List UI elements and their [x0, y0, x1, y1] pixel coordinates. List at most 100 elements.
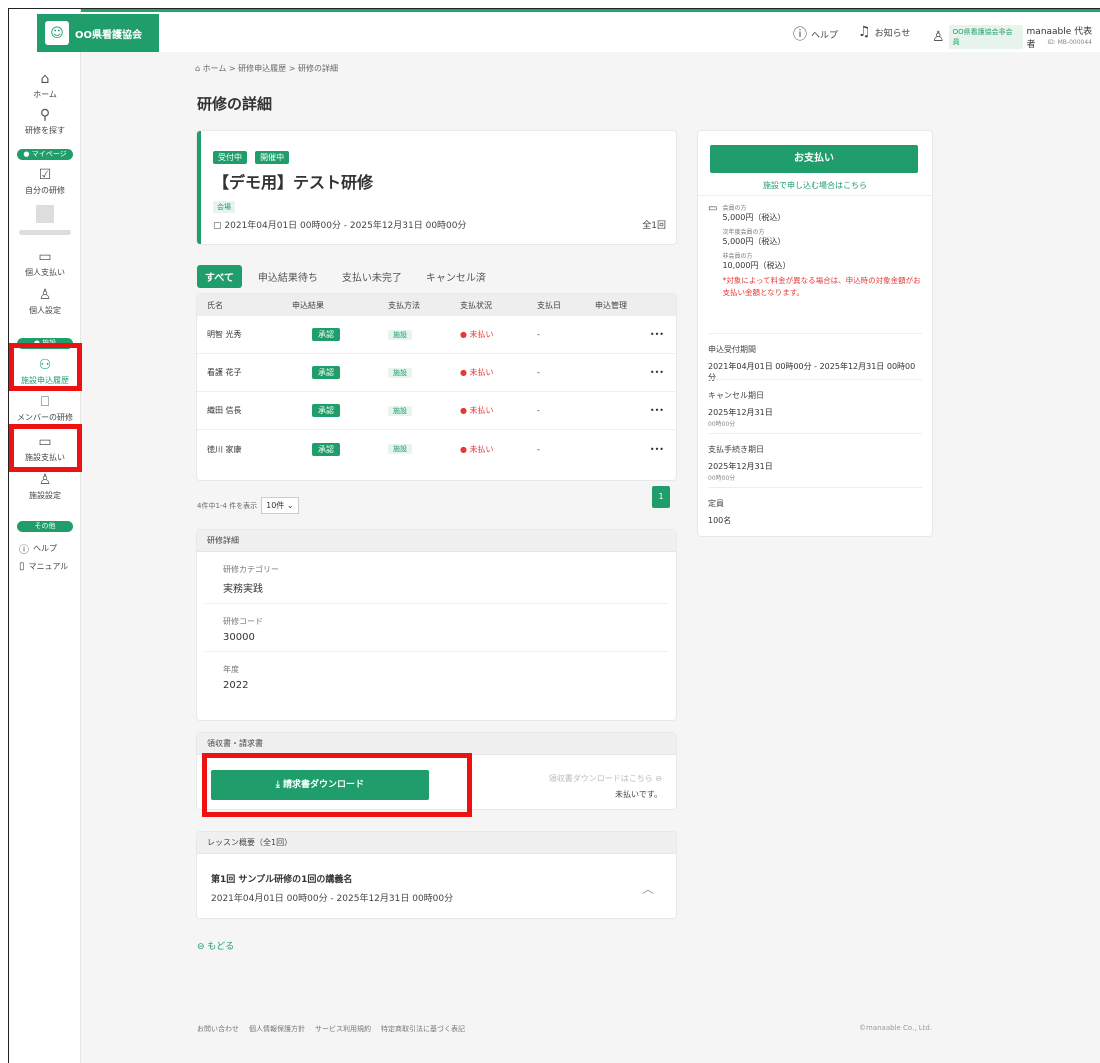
application-period: 申込受付期間 2021年04月01日 00時00分 - 2025年12月31日 …: [708, 333, 922, 383]
tab-awaiting-result[interactable]: 申込結果待ち: [250, 265, 326, 288]
app-window: ☺ OO県看護協会 ⌂ ホーム ⚲ 研修を探す ● マイページ ☑ 自分の研修 …: [8, 8, 1100, 1063]
cat-mascot-icon: ☺: [45, 21, 69, 45]
payment-method-badge: 施設: [388, 329, 412, 340]
table-header: 氏名 申込結果 支払方法 支払状況 支払日 申込管理: [197, 294, 676, 316]
payment-status: ● 未払い: [460, 368, 494, 377]
sidebar-item-facility-payment[interactable]: ▭ 施設支払い: [9, 434, 81, 463]
per-page-select[interactable]: 10件 ⌄: [261, 497, 299, 514]
payment-note: 未払いです。: [615, 790, 662, 799]
copyright: ©manaable Co., Ltd.: [859, 1024, 933, 1032]
sidebar-item-label: 施設申込履歴: [21, 376, 69, 385]
course-period: ▢ 2021年04月01日 00時00分 - 2025年12月31日 00時00…: [213, 218, 467, 231]
row-menu-button[interactable]: •••: [595, 445, 676, 454]
page-button-current[interactable]: 1: [652, 486, 670, 508]
training-details-card: 研修詳細 研修カテゴリー 実務実践 研修コード 30000 年度 2022: [197, 530, 676, 720]
table-row: 織田 信長 承認 施設 ● 未払い - •••: [197, 392, 676, 430]
bell-icon: ♫: [858, 24, 871, 40]
footer-link-privacy[interactable]: 個人情報保護方針: [249, 1024, 305, 1034]
row-menu-button[interactable]: •••: [595, 330, 676, 339]
detail-value: 実務実践: [223, 584, 263, 595]
footer-link-commerce[interactable]: 特定商取引法に基づく表記: [381, 1024, 465, 1034]
chevron-up-icon[interactable]: ︿: [642, 880, 654, 897]
sidebar-item-label: 研修を探す: [25, 126, 65, 135]
checklist-icon: ☑: [38, 167, 52, 183]
book-icon: ▯: [19, 561, 25, 572]
pay-button[interactable]: お支払い: [710, 145, 918, 173]
detail-label: 研修コード: [223, 617, 263, 626]
sidebar-item-label: 個人支払い: [25, 268, 65, 277]
receipt-invoice-card: 領収書・請求書 ⤓ 請求書ダウンロード 領収書ダウンロードはこちら ⊖ 未払いで…: [197, 733, 676, 809]
sidebar-item-personal-settings[interactable]: ♙ 個人設定: [9, 287, 81, 316]
sidebar-item-label: メンバーの研修: [17, 413, 73, 422]
payment-status: ● 未払い: [460, 444, 494, 454]
lesson-overview-card: レッスン概要（全1回） 第1回 サンプル研修の1回の講義名 2021年04月01…: [197, 832, 676, 918]
sidebar-item-home[interactable]: ⌂ ホーム: [9, 71, 81, 100]
sidebar-item-member-trainings[interactable]: ⎕ メンバーの研修: [9, 394, 81, 423]
cancel-deadline: キャンセル期日 2025年12月31日 00時00分: [708, 379, 922, 428]
footer-links: お問い合わせ 個人情報保護方針 サービス利用規約 特定商取引法に基づく表記: [197, 1024, 465, 1034]
logo[interactable]: ☺ OO県看護協会: [37, 14, 159, 52]
payment-status: ● 未払い: [460, 406, 494, 415]
applicant-name: 織田 信長: [207, 406, 242, 415]
status-badge: 開催中: [255, 151, 290, 164]
footer-link-terms[interactable]: サービス利用規約: [315, 1024, 371, 1034]
header-user-menu[interactable]: ♙ OO県看護協会非会員 manaable 代表者: [932, 24, 1100, 50]
column-header: 支払方法: [388, 300, 420, 310]
footer-link-contact[interactable]: お問い合わせ: [197, 1024, 239, 1034]
facility-apply-link[interactable]: 施設で申し込む場合はこちら: [698, 180, 932, 191]
sidebar-manual-link[interactable]: ▯ マニュアル: [19, 561, 68, 572]
fee-note: *対象によって料金が異なる場合は、申込時の対象金額がお支払い金額となります。: [722, 276, 921, 297]
detail-item: 年度 2022: [205, 652, 668, 699]
back-label: もどる: [207, 942, 235, 952]
bookmark-icon: ⎕: [40, 394, 50, 410]
payment-method-badge: 施設: [388, 405, 412, 416]
sidebar-item-facility-settings[interactable]: ♙ 施設設定: [9, 472, 81, 501]
sidebar-item-facility-applications[interactable]: ⚇ 施設申込履歴: [9, 357, 81, 386]
detail-value: 2022: [223, 680, 249, 691]
tab-all[interactable]: すべて: [197, 265, 242, 288]
sidebar-help-link[interactable]: ⓘ ヘルプ: [19, 541, 57, 556]
detail-item: 研修カテゴリー 実務実践: [205, 552, 668, 604]
group-icon: ⚇: [38, 357, 52, 373]
capacity: 定員 100名: [708, 487, 922, 526]
tab-unpaid[interactable]: 支払い未完了: [334, 265, 410, 288]
sidebar-item-my-trainings[interactable]: ☑ 自分の研修: [9, 167, 81, 196]
header-notifications[interactable]: ♫ お知らせ: [858, 24, 910, 40]
tab-cancelled[interactable]: キャンセル済: [418, 265, 494, 288]
home-icon: ⌂: [40, 71, 50, 87]
row-menu-button[interactable]: •••: [595, 368, 676, 377]
payment-panel: お支払い 施設で申し込む場合はこちら ▭ 会員の方 5,000円（税込） 次年度…: [698, 131, 932, 536]
approval-badge: 承認: [312, 404, 340, 417]
sidebar-item-search[interactable]: ⚲ 研修を探す: [9, 107, 81, 136]
pagination-summary: 4件中1-4 件を表示 10件 ⌄: [197, 497, 299, 514]
lesson-item[interactable]: 第1回 サンプル研修の1回の講義名 2021年04月01日 00時00分 - 2…: [211, 872, 453, 904]
sidebar-item-label: 自分の研修: [25, 186, 65, 195]
row-menu-button[interactable]: •••: [595, 406, 676, 415]
person-icon: ♙: [38, 287, 52, 303]
pagination-summary-text: 4件中1-4 件を表示: [197, 501, 258, 510]
course-title: 【デモ用】テスト研修: [213, 173, 374, 192]
column-header: 支払日: [537, 300, 561, 310]
header-help[interactable]: ⓘ ヘルプ: [793, 24, 838, 44]
home-icon: ⌂: [195, 64, 203, 73]
column-header: 申込管理: [595, 300, 627, 310]
top-header: ⓘ ヘルプ ♫ お知らせ ♙ OO県看護協会非会員 manaable 代表者 I…: [81, 12, 1100, 52]
table-row: 明智 光秀 承認 施設 ● 未払い - •••: [197, 316, 676, 354]
fee-value: 10,000円（税込）: [722, 261, 791, 270]
card-heading: レッスン概要（全1回）: [197, 832, 676, 854]
per-page-value: 10件: [266, 501, 285, 510]
info-label: 申込受付期間: [708, 345, 756, 354]
card-heading: 領収書・請求書: [197, 733, 676, 755]
logo-text: OO県看護協会: [75, 29, 143, 41]
payment-date: -: [537, 444, 540, 454]
payment-method-badge: 施設: [388, 444, 412, 454]
back-link[interactable]: ⊖ もどる: [197, 939, 234, 952]
help-icon: ⓘ: [793, 27, 807, 43]
sidebar-item-personal-payment[interactable]: ▭ 個人支払い: [9, 249, 81, 278]
status-badge: 受付中: [213, 151, 247, 164]
invoice-download-button[interactable]: ⤓ 請求書ダウンロード: [211, 770, 429, 800]
breadcrumb[interactable]: ⌂ ホーム > 研修申込履歴 > 研修の詳細: [195, 63, 338, 74]
fee-label: 非会員の方: [722, 253, 753, 260]
payment-deadline: 支払手続き期日 2025年12月31日 00時00分: [708, 433, 922, 482]
filter-tabs: すべて 申込結果待ち 支払い未完了 キャンセル済: [197, 265, 494, 288]
